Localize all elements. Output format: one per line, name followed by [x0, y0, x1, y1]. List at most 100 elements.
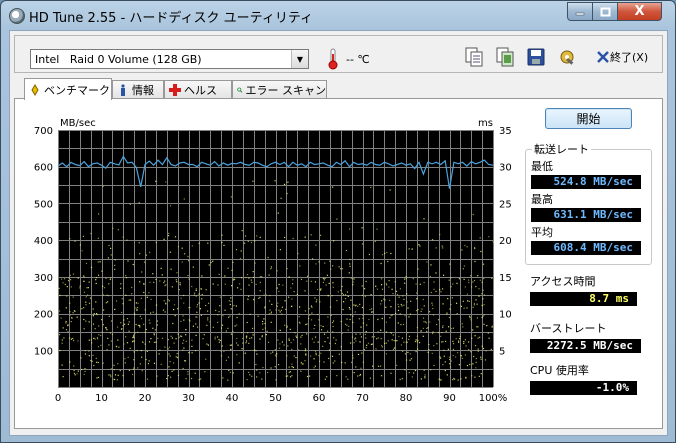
- access-time-point: [106, 294, 108, 296]
- access-time-point: [349, 263, 351, 265]
- access-time-point: [461, 357, 463, 359]
- access-time-point: [188, 307, 190, 309]
- access-time-point: [318, 319, 320, 321]
- access-time-point: [327, 337, 329, 339]
- tab-error-scan[interactable]: エラー スキャン: [232, 80, 327, 99]
- access-time-point: [386, 284, 388, 286]
- access-time-point: [200, 288, 202, 290]
- access-time-point: [423, 281, 425, 284]
- access-time-point: [66, 286, 68, 288]
- access-time-point: [137, 367, 139, 369]
- title-bar[interactable]: HD Tune 2.55 - ハードディスク ユーティリティ X: [1, 1, 675, 29]
- access-time-point: [377, 318, 379, 321]
- access-time-point: [98, 213, 100, 215]
- x-axis-tick: 50: [269, 393, 282, 404]
- access-time-point: [167, 375, 169, 377]
- access-time-point: [399, 288, 401, 290]
- access-time-point: [482, 347, 485, 350]
- access-time-point: [190, 377, 193, 380]
- copy-text-icon[interactable]: [464, 46, 484, 68]
- access-time-point: [171, 370, 173, 372]
- access-time-point: [266, 330, 268, 332]
- drive-select[interactable]: Intel Raid 0 Volume (128 GB) ▼: [30, 49, 309, 69]
- access-time-point: [200, 378, 202, 380]
- access-time-point: [247, 332, 249, 334]
- access-time-point: [419, 245, 421, 247]
- access-time-point: [219, 305, 221, 307]
- access-time-point: [361, 227, 363, 229]
- close-button[interactable]: X: [617, 2, 662, 21]
- access-time-point: [352, 278, 354, 280]
- tab-health[interactable]: ヘルス: [164, 80, 232, 99]
- access-time-point: [228, 369, 230, 371]
- tab-info[interactable]: 情報: [112, 80, 164, 99]
- tab-benchmark[interactable]: ベンチマーク: [24, 78, 112, 100]
- access-time-point: [421, 308, 423, 310]
- access-time-point: [110, 374, 112, 376]
- access-time-point: [141, 356, 143, 358]
- access-time-point: [126, 318, 129, 320]
- access-time-point: [462, 300, 464, 302]
- access-time-point: [355, 337, 357, 339]
- access-time-point: [272, 351, 274, 353]
- access-time-point: [133, 351, 135, 353]
- access-time-point: [349, 228, 351, 230]
- access-time-point: [97, 346, 100, 348]
- access-time-point: [248, 277, 250, 279]
- maximize-button[interactable]: [592, 2, 618, 21]
- access-time-point: [458, 278, 460, 280]
- access-time-point: [146, 350, 148, 352]
- access-time-point: [300, 370, 302, 372]
- x-axis-tick: 40: [226, 393, 239, 404]
- save-icon[interactable]: [526, 46, 546, 68]
- access-time-point: [93, 313, 95, 315]
- access-time-point: [377, 365, 380, 367]
- access-time-point: [111, 333, 113, 335]
- options-icon[interactable]: [557, 46, 577, 68]
- access-time-point: [72, 312, 74, 314]
- access-time-point: [173, 308, 175, 311]
- access-time-point: [474, 260, 476, 263]
- exit-button[interactable]: 終了(X): [597, 49, 648, 65]
- access-time-point: [362, 314, 364, 316]
- access-time-point: [212, 283, 214, 285]
- access-time-point: [429, 311, 431, 313]
- access-time-point: [170, 335, 172, 337]
- access-time-point: [264, 322, 266, 325]
- benchmark-icon: [31, 83, 39, 96]
- access-time-point: [300, 336, 302, 338]
- access-time-point: [299, 322, 301, 324]
- access-time-point: [463, 278, 465, 280]
- access-time-point: [436, 343, 438, 345]
- access-time-point: [295, 357, 297, 359]
- access-time-point: [477, 326, 479, 328]
- access-time-point: [170, 376, 172, 378]
- access-time-point: [191, 285, 193, 288]
- access-time-point: [470, 275, 472, 277]
- access-time-point: [436, 323, 438, 326]
- access-time-point: [68, 277, 70, 279]
- access-time-point: [201, 298, 203, 300]
- access-time-point: [59, 294, 61, 297]
- access-time-point: [150, 338, 152, 340]
- access-time-point: [442, 303, 444, 305]
- access-time-point: [404, 369, 406, 371]
- access-time-point: [329, 260, 331, 262]
- minimize-button[interactable]: [567, 2, 593, 21]
- chevron-down-icon[interactable]: ▼: [291, 50, 308, 68]
- maximize-icon: [600, 7, 610, 16]
- access-time-point: [116, 326, 119, 328]
- access-time-point: [62, 327, 64, 329]
- copy-screenshot-icon[interactable]: [495, 46, 515, 68]
- access-time-point: [182, 315, 184, 317]
- start-button[interactable]: 開始: [545, 108, 632, 129]
- access-time-point: [310, 319, 313, 321]
- access-time-point: [188, 319, 190, 321]
- access-time-point: [423, 369, 425, 371]
- access-time-point: [121, 298, 123, 300]
- access-time-point: [406, 341, 408, 343]
- access-time-point: [298, 349, 300, 351]
- access-time-point: [172, 322, 174, 325]
- access-time-point: [254, 240, 256, 242]
- access-time-point: [275, 355, 277, 357]
